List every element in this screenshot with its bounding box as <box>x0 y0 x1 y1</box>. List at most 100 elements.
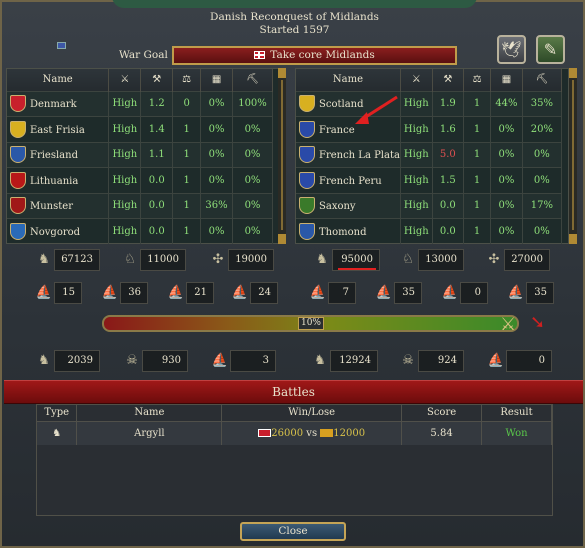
attacker-artillery: 19000 <box>228 249 274 271</box>
status-arrow-icon: ➘ <box>530 312 546 333</box>
battle-row[interactable]: ♞ Argyll 26000 vs 12000 5.84 Won <box>37 420 552 445</box>
war-goal-value: Take core Midlands <box>270 49 375 61</box>
country-shield-icon <box>10 95 26 113</box>
top-ornament <box>112 0 477 8</box>
attackers-table: Name ⚔ ⚒ ⚖ ▦ ⛏ Denmark High 1.2 0 0% 100% Ea… <box>7 69 273 244</box>
col-losses-icon[interactable]: ▦ <box>490 69 523 91</box>
col-score-icon[interactable]: ⛏ <box>522 69 563 91</box>
attacker-galleys: 21 <box>186 282 214 304</box>
galley-icon: ⛵ <box>441 285 459 300</box>
col-participation-icon[interactable]: ⚔ <box>400 69 433 91</box>
war-start-date: Started 1597 <box>259 24 330 36</box>
denmark-flag-icon <box>258 428 272 437</box>
attacker-heavy-ships: 15 <box>54 282 82 304</box>
defender-attrition: 924 <box>418 350 464 372</box>
country-shield-icon <box>299 223 315 240</box>
attacker-row[interactable]: Denmark High 1.2 0 0% 100% <box>7 90 273 117</box>
defender-row[interactable]: France High 1.6 1 0% 20% <box>296 116 563 142</box>
cavalry-icon: ♘ <box>124 252 136 267</box>
war-score-bar: 10% <box>102 315 519 332</box>
col-type[interactable]: Type <box>37 405 78 421</box>
defender-light-ships: 35 <box>394 282 422 304</box>
defender-cavalry: 13000 <box>418 249 464 271</box>
country-shield-icon <box>10 197 26 215</box>
light-ship-icon: ⛵ <box>101 285 119 300</box>
attackers-panel: Name ⚔ ⚒ ⚖ ▦ ⛏ Denmark High 1.2 0 0% 100% Ea… <box>6 68 280 244</box>
col-score[interactable]: Score <box>401 405 483 421</box>
col-name[interactable]: Name <box>296 69 401 91</box>
attacker-row[interactable]: Lithuania High 0.0 1 0% 0% <box>7 167 273 193</box>
attrition-icon: ☠ <box>126 353 138 368</box>
country-shield-icon <box>10 146 26 164</box>
war-score-percent: 10% <box>298 317 324 330</box>
defender-galleys: 0 <box>460 282 488 304</box>
attacker-row[interactable]: Munster High 0.0 1 36% 0% <box>7 192 273 219</box>
col-balance-icon[interactable]: ⚖ <box>172 69 202 91</box>
defender-row[interactable]: French Peru High 1.5 1 0% 0% <box>296 167 563 193</box>
peace-offer-icon[interactable]: 🕊 <box>497 35 526 64</box>
col-participation-icon[interactable]: ⚔ <box>108 69 142 91</box>
defender-row[interactable]: French La Plata High 5.0 1 0% 0% <box>296 141 563 168</box>
war-goal-bar[interactable]: Take core Midlands <box>172 46 457 65</box>
defender-row[interactable]: Thomond High 0.0 1 0% 0% <box>296 218 563 244</box>
country-shield-icon <box>10 223 26 240</box>
col-losses-icon[interactable]: ▦ <box>200 69 234 91</box>
war-title: Danish Reconquest of Midlands <box>210 11 379 23</box>
battles-table: Type Name Win/Lose Score Result ♞ Argyll… <box>37 405 552 445</box>
country-shield-icon <box>299 197 315 215</box>
battles-panel: Type Name Win/Lose Score Result ♞ Argyll… <box>36 404 553 516</box>
galley-icon: ⛵ <box>167 285 185 300</box>
attacker-naval-losses: 3 <box>230 350 276 372</box>
col-battle-name[interactable]: Name <box>76 405 223 421</box>
attacker-row[interactable]: Friesland High 1.1 1 0% 0% <box>7 141 273 168</box>
col-military-icon[interactable]: ⚒ <box>432 69 464 91</box>
defenders-panel: Name ⚔ ⚒ ⚖ ▦ ⛏ Scotland High 1.9 1 44% 35% F… <box>295 68 569 244</box>
battle-type-icon: ♞ <box>37 420 78 445</box>
infantry-icon: ♞ <box>316 252 328 267</box>
attacker-row[interactable]: East Frisia High 1.4 1 0% 0% <box>7 116 273 142</box>
battles-header-row: Type Name Win/Lose Score Result <box>37 405 552 421</box>
naval-losses-icon: ⛵ <box>487 353 505 368</box>
heavy-ship-icon: ⛵ <box>35 285 53 300</box>
col-score-icon[interactable]: ⛏ <box>232 69 273 91</box>
col-military-icon[interactable]: ⚒ <box>140 69 174 91</box>
country-shield-icon <box>299 171 315 189</box>
annotation-arrow <box>355 95 398 124</box>
col-balance-icon[interactable]: ⚖ <box>463 69 492 91</box>
col-name[interactable]: Name <box>7 69 110 91</box>
heavy-ship-icon: ⛵ <box>309 285 327 300</box>
war-goal-label: War Goal <box>119 49 168 61</box>
country-shield-icon <box>299 146 315 164</box>
defender-artillery: 27000 <box>504 249 550 271</box>
country-shield-icon <box>10 171 26 189</box>
denmark-flag-icon <box>254 51 266 59</box>
transport-icon: ⛵ <box>507 285 525 300</box>
attacker-attrition: 930 <box>142 350 188 372</box>
artillery-icon: ✣ <box>488 252 500 267</box>
country-shield-icon <box>299 95 315 113</box>
attackers-header-row: Name ⚔ ⚒ ⚖ ▦ ⛏ <box>7 69 273 91</box>
attackers-scrollbar[interactable] <box>278 68 286 244</box>
battles-header: Battles <box>4 380 583 404</box>
naval-losses-icon: ⛵ <box>211 353 229 368</box>
small-flag-icon <box>57 42 66 49</box>
light-ship-icon: ⛵ <box>375 285 393 300</box>
defenders-table: Name ⚔ ⚒ ⚖ ▦ ⛏ Scotland High 1.9 1 44% 35% F… <box>296 69 563 244</box>
defenders-header-row: Name ⚔ ⚒ ⚖ ▦ ⛏ <box>296 69 563 91</box>
defenders-scrollbar[interactable] <box>569 68 577 244</box>
infantry-icon: ♞ <box>38 252 50 267</box>
land-losses-icon: ♞ <box>38 353 50 368</box>
close-button[interactable]: Close <box>240 522 346 541</box>
defender-row[interactable]: Saxony High 0.0 1 0% 17% <box>296 192 563 219</box>
artillery-icon: ✣ <box>212 252 224 267</box>
defender-row[interactable]: Scotland High 1.9 1 44% 35% <box>296 90 563 117</box>
col-result[interactable]: Result <box>481 405 552 421</box>
scotland-flag-icon <box>320 428 334 437</box>
defender-heavy-ships: 7 <box>328 282 356 304</box>
call-ally-icon[interactable]: ✎ <box>536 35 565 64</box>
col-win-lose[interactable]: Win/Lose <box>221 405 403 421</box>
country-shield-icon <box>299 120 315 138</box>
attacker-row[interactable]: Novgorod High 0.0 1 0% 0% <box>7 218 273 244</box>
attacker-infantry: 67123 <box>54 249 100 271</box>
country-shield-icon <box>10 120 26 138</box>
